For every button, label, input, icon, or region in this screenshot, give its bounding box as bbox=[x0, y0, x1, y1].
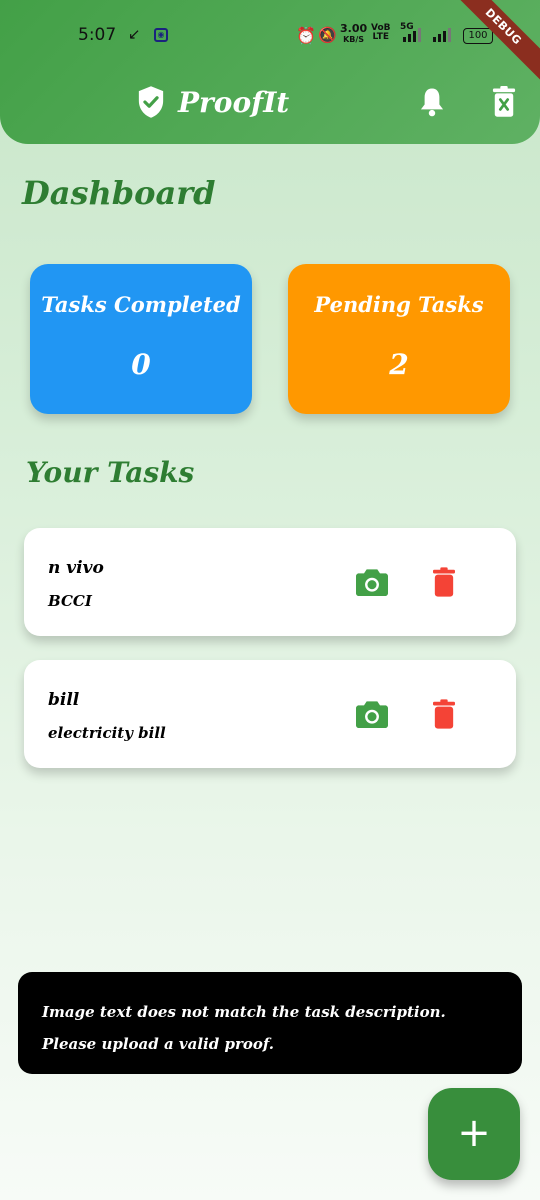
tasks-completed-card: Tasks Completed 0 bbox=[30, 264, 252, 414]
signal-icon bbox=[403, 28, 421, 42]
notification-app-icon: ◉ bbox=[154, 28, 168, 42]
camera-icon bbox=[356, 569, 388, 596]
speed-value: 3.00 bbox=[340, 22, 368, 35]
snackbar: Image text does not match the task descr… bbox=[18, 972, 522, 1074]
add-task-button[interactable]: + bbox=[428, 1088, 520, 1180]
tasks-section-title: Your Tasks bbox=[26, 456, 195, 489]
task-card: bill electricity bill bbox=[24, 660, 516, 768]
pending-tasks-card: Pending Tasks 2 bbox=[288, 264, 510, 414]
upload-proof-button[interactable] bbox=[356, 700, 388, 732]
missed-call-icon: ↙ bbox=[128, 25, 141, 43]
camera-icon bbox=[356, 701, 388, 728]
trash-icon bbox=[433, 567, 455, 597]
shield-check-icon bbox=[138, 86, 164, 118]
notifications-button[interactable] bbox=[417, 86, 447, 122]
brand: ProofIt bbox=[136, 82, 289, 122]
task-name: bill bbox=[48, 690, 80, 710]
volte-indicator: VoB LTE bbox=[371, 24, 391, 42]
signal-icon-2 bbox=[433, 28, 451, 42]
mute-icon: 🔕 bbox=[318, 26, 337, 44]
task-card: n vivo BCCI bbox=[24, 528, 516, 636]
stat-label: Pending Tasks bbox=[314, 292, 484, 317]
task-name: n vivo bbox=[48, 558, 104, 578]
delete-task-button[interactable] bbox=[433, 567, 455, 601]
stat-label: Tasks Completed bbox=[41, 292, 241, 317]
status-bar: 5:07 ↙ ◉ ⏰ 🔕 3.00 KB/S VoB LTE 5G 100 bbox=[0, 22, 540, 52]
snackbar-message: Image text does not match the task descr… bbox=[42, 1003, 446, 1053]
bell-icon bbox=[420, 88, 444, 117]
app-title: ProofIt bbox=[178, 85, 290, 119]
status-time: 5:07 bbox=[78, 25, 117, 45]
volte-bottom: LTE bbox=[372, 32, 390, 42]
trash-icon bbox=[433, 699, 455, 729]
app-bar: 5:07 ↙ ◉ ⏰ 🔕 3.00 KB/S VoB LTE 5G 100 DE… bbox=[0, 0, 540, 144]
clear-all-button[interactable] bbox=[491, 86, 517, 122]
add-icon: + bbox=[457, 1110, 491, 1156]
upload-proof-button[interactable] bbox=[356, 568, 388, 600]
stat-value: 2 bbox=[389, 348, 409, 381]
speed-unit: KB/S bbox=[343, 35, 365, 44]
alarm-icon: ⏰ bbox=[296, 26, 316, 45]
battery-icon: 100 bbox=[463, 28, 493, 44]
delete-task-button[interactable] bbox=[433, 699, 455, 733]
network-speed: 3.00 KB/S bbox=[340, 22, 368, 45]
stat-value: 0 bbox=[131, 348, 151, 381]
delete-x-icon bbox=[492, 86, 516, 117]
battery-level: 100 bbox=[468, 30, 488, 41]
dashboard-title: Dashboard bbox=[22, 174, 216, 212]
task-description: electricity bill bbox=[48, 724, 166, 742]
task-description: BCCI bbox=[48, 592, 92, 610]
